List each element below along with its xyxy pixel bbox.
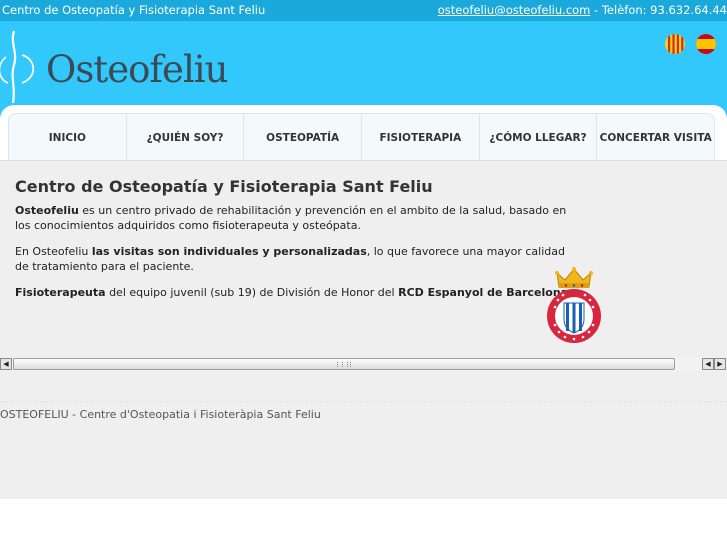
visits-pre: En Osteofeliu xyxy=(15,245,92,258)
scroll-left-button[interactable]: ◀ xyxy=(0,358,12,370)
intro-text: es un centro privado de rehabilitación y… xyxy=(15,204,567,232)
email-link[interactable]: osteofeliu@osteofeliu.com xyxy=(438,3,591,17)
spine-logo-icon xyxy=(0,30,35,104)
main-nav: INICIO ¿QUIÉN SOY? OSTEOPATÍA FISIOTERAP… xyxy=(8,113,715,161)
nav-panel: INICIO ¿QUIÉN SOY? OSTEOPATÍA FISIOTERAP… xyxy=(0,105,727,161)
team-paragraph: Fisioterapeuta del equipo juvenil (sub 1… xyxy=(15,286,575,301)
nav-item-fisioterapia[interactable]: FISIOTERAPIA xyxy=(362,114,480,161)
page: Centro de Osteopatía y Fisioterapia Sant… xyxy=(0,0,727,545)
nav-item-como-llegar[interactable]: ¿CÓMO LLEGAR? xyxy=(480,114,598,161)
footer-text: OSTEOFELIU - Centre d'Osteopatia i Fisio… xyxy=(0,408,321,421)
logo[interactable]: Osteofeliu xyxy=(0,29,228,107)
nav-item-quien-soy[interactable]: ¿QUIÉN SOY? xyxy=(127,114,245,161)
top-bar: Centro de Osteopatía y Fisioterapia Sant… xyxy=(0,0,727,21)
footer: OSTEOFELIU - Centre d'Osteopatia i Fisio… xyxy=(0,371,727,499)
brand-name: Osteofeliu xyxy=(15,204,79,217)
nav-item-concertar-visita[interactable]: CONCERTAR VISITA xyxy=(597,114,714,161)
nav-wrapper: INICIO ¿QUIÉN SOY? OSTEOPATÍA FISIOTERAP… xyxy=(0,105,727,161)
scrollbar-grip-icon xyxy=(337,362,351,367)
intro-paragraph: Osteofeliu es un centro privado de rehab… xyxy=(15,204,575,233)
nav-item-osteopatia[interactable]: OSTEOPATÍA xyxy=(244,114,363,161)
visits-highlight: las visitas son individuales y personali… xyxy=(91,245,367,258)
team-role: Fisioterapeuta xyxy=(15,286,106,299)
spanish-flag-icon[interactable] xyxy=(696,34,716,54)
footer-divider xyxy=(0,401,727,402)
catalan-flag-icon[interactable] xyxy=(665,34,685,54)
scroll-left-button-2[interactable]: ◀ xyxy=(702,358,714,370)
header: Osteofeliu xyxy=(0,21,727,107)
scroll-right-button[interactable]: ▶ xyxy=(714,358,726,370)
rcd-espanyol-crest-icon xyxy=(547,267,601,343)
visits-paragraph: En Osteofeliu las visitas son individual… xyxy=(15,245,575,274)
site-name: Centro de Osteopatía y Fisioterapia Sant… xyxy=(2,3,266,17)
contact-info: osteofeliu@osteofeliu.com - Telèfon: 93.… xyxy=(438,0,727,21)
scrollbar-thumb[interactable] xyxy=(13,358,675,370)
team-club: RCD Espanyol de Barcelona xyxy=(398,286,569,299)
phone-text: - Telèfon: 93.632.64.44 xyxy=(590,3,727,17)
logo-text: Osteofeliu xyxy=(46,48,228,91)
main-content: Centro de Osteopatía y Fisioterapia Sant… xyxy=(0,160,727,357)
nav-item-inicio[interactable]: INICIO xyxy=(9,114,127,161)
horizontal-scrollbar[interactable]: ◀ ◀ ▶ xyxy=(0,357,727,371)
page-title: Centro de Osteopatía y Fisioterapia Sant… xyxy=(15,177,433,196)
team-text: del equipo juvenil (sub 19) de División … xyxy=(105,286,399,299)
